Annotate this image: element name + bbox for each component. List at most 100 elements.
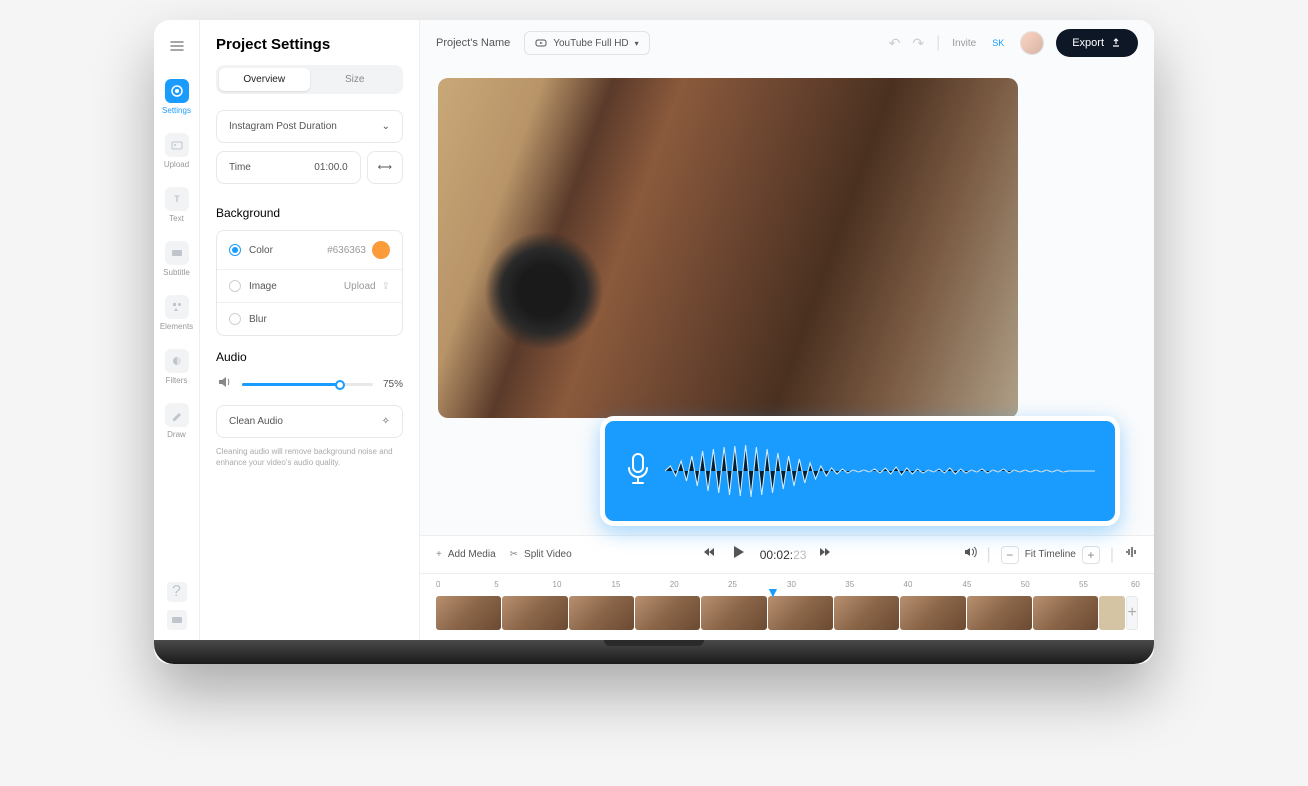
settings-icon xyxy=(165,79,189,103)
clip[interactable] xyxy=(834,596,899,630)
text-icon: T xyxy=(165,187,189,211)
sidebar-label: Elements xyxy=(160,322,193,331)
clip[interactable] xyxy=(768,596,833,630)
volume-slider[interactable] xyxy=(242,383,373,386)
zoom-in-button[interactable]: + xyxy=(1082,546,1100,564)
background-heading: Background xyxy=(216,206,403,220)
bg-blur-label: Blur xyxy=(249,314,267,325)
clip[interactable] xyxy=(569,596,634,630)
export-icon xyxy=(1110,37,1122,49)
export-button[interactable]: Export xyxy=(1056,29,1138,57)
invite-button[interactable]: Invite xyxy=(952,38,976,49)
sidebar-item-upload[interactable]: Upload xyxy=(154,127,199,175)
sidebar-item-draw[interactable]: Draw xyxy=(154,397,199,445)
preset-label: YouTube Full HD xyxy=(553,38,628,49)
radio-icon xyxy=(229,280,241,292)
sidebar-item-settings[interactable]: Settings xyxy=(154,73,199,121)
export-label: Export xyxy=(1072,37,1104,49)
sidebar-item-filters[interactable]: Filters xyxy=(154,343,199,391)
color-hex: #636363 xyxy=(327,245,366,256)
mute-button[interactable] xyxy=(963,545,977,564)
draw-icon xyxy=(165,403,189,427)
undo-button[interactable]: ↶ xyxy=(889,35,901,52)
clip[interactable] xyxy=(967,596,1032,630)
clip[interactable] xyxy=(1033,596,1098,630)
sidebar-item-text[interactable]: T Text xyxy=(154,181,199,229)
volume-percent: 75% xyxy=(383,379,403,390)
redo-button[interactable]: ↷ xyxy=(912,35,924,52)
sidebar-label: Filters xyxy=(166,376,188,385)
time-field[interactable]: Time 01:00.0 xyxy=(216,151,361,184)
user-initials[interactable]: SK xyxy=(988,36,1008,50)
bg-image-label: Image xyxy=(249,281,277,292)
bg-color-label: Color xyxy=(249,245,273,256)
waveform-toggle[interactable] xyxy=(1124,545,1138,564)
background-options: Color #636363 Image Upload ⇪ Blur xyxy=(216,230,403,336)
sidebar-item-elements[interactable]: Elements xyxy=(154,289,199,337)
scissors-icon: ✂ xyxy=(510,549,518,560)
clean-audio-button[interactable]: Clean Audio ✧ xyxy=(216,405,403,438)
clean-audio-help: Cleaning audio will remove background no… xyxy=(216,446,403,468)
radio-icon xyxy=(229,244,241,256)
add-clip-button[interactable]: + xyxy=(1126,596,1138,630)
preview-area xyxy=(420,66,1154,535)
timeline-ruler: 0 5 10 15 20 25 30 35 40 45 50 55 60 ▼ xyxy=(436,578,1138,596)
volume-icon[interactable] xyxy=(216,374,232,395)
bg-image-option[interactable]: Image Upload ⇪ xyxy=(217,270,402,303)
microphone-icon xyxy=(625,452,651,491)
youtube-icon xyxy=(535,37,547,49)
filters-icon xyxy=(165,349,189,373)
add-media-button[interactable]: + Add Media xyxy=(436,549,496,560)
settings-panel: Project Settings Overview Size Instagram… xyxy=(200,20,420,640)
avatar[interactable] xyxy=(1020,31,1044,55)
clean-audio-label: Clean Audio xyxy=(229,416,283,427)
bg-blur-option[interactable]: Blur xyxy=(217,303,402,335)
sidebar-label: Subtitle xyxy=(163,268,190,277)
panel-tabs: Overview Size xyxy=(216,65,403,94)
radio-icon xyxy=(229,313,241,325)
bg-color-option[interactable]: Color #636363 xyxy=(217,231,402,270)
hamburger-icon[interactable] xyxy=(161,30,193,67)
sparkle-icon: ✧ xyxy=(382,416,390,427)
timeline[interactable]: 0 5 10 15 20 25 30 35 40 45 50 55 60 ▼ xyxy=(420,573,1154,640)
playback-controls: + Add Media ✂ Split Video 00:02:23 | − F… xyxy=(420,535,1154,573)
sidebar-item-subtitle[interactable]: Subtitle xyxy=(154,235,199,283)
tab-size[interactable]: Size xyxy=(310,68,401,91)
subtitle-icon xyxy=(165,241,189,265)
add-media-label: Add Media xyxy=(448,549,496,560)
rewind-button[interactable] xyxy=(702,545,716,564)
clip[interactable] xyxy=(900,596,965,630)
time-label: Time xyxy=(229,162,251,173)
chevron-down-icon: ⌄ xyxy=(382,121,390,132)
duration-select[interactable]: Instagram Post Duration ⌄ xyxy=(216,110,403,143)
project-name[interactable]: Project's Name xyxy=(436,37,510,49)
clip[interactable] xyxy=(502,596,567,630)
keyboard-icon[interactable] xyxy=(167,610,187,630)
clip[interactable] xyxy=(701,596,766,630)
sidebar: Settings Upload T Text Subtitle Elements… xyxy=(154,20,200,640)
tab-overview[interactable]: Overview xyxy=(219,68,310,91)
sidebar-label: Upload xyxy=(164,160,189,169)
sidebar-label: Text xyxy=(169,214,184,223)
audio-heading: Audio xyxy=(216,350,403,364)
help-icon[interactable]: ? xyxy=(167,582,187,602)
split-label: Split Video xyxy=(524,549,572,560)
playback-time: 00:02:23 xyxy=(760,548,807,562)
topbar: Project's Name YouTube Full HD ▾ ↶ ↷ | I… xyxy=(420,20,1154,66)
zoom-out-button[interactable]: − xyxy=(1001,546,1019,564)
svg-text:T: T xyxy=(174,194,180,204)
playhead-icon[interactable]: ▼ xyxy=(766,584,780,600)
split-video-button[interactable]: ✂ Split Video xyxy=(510,549,572,560)
video-preview[interactable] xyxy=(438,78,1018,418)
clip[interactable] xyxy=(635,596,700,630)
play-button[interactable] xyxy=(728,542,748,567)
sidebar-label: Draw xyxy=(167,430,186,439)
preset-select[interactable]: YouTube Full HD ▾ xyxy=(524,31,649,55)
timeline-clips[interactable]: + xyxy=(436,596,1138,630)
fit-timeline-label[interactable]: Fit Timeline xyxy=(1025,549,1076,560)
clip[interactable] xyxy=(436,596,501,630)
expand-button[interactable]: ⟷ xyxy=(367,151,403,184)
color-swatch[interactable] xyxy=(372,241,390,259)
clip[interactable] xyxy=(1099,596,1125,630)
forward-button[interactable] xyxy=(818,545,832,564)
